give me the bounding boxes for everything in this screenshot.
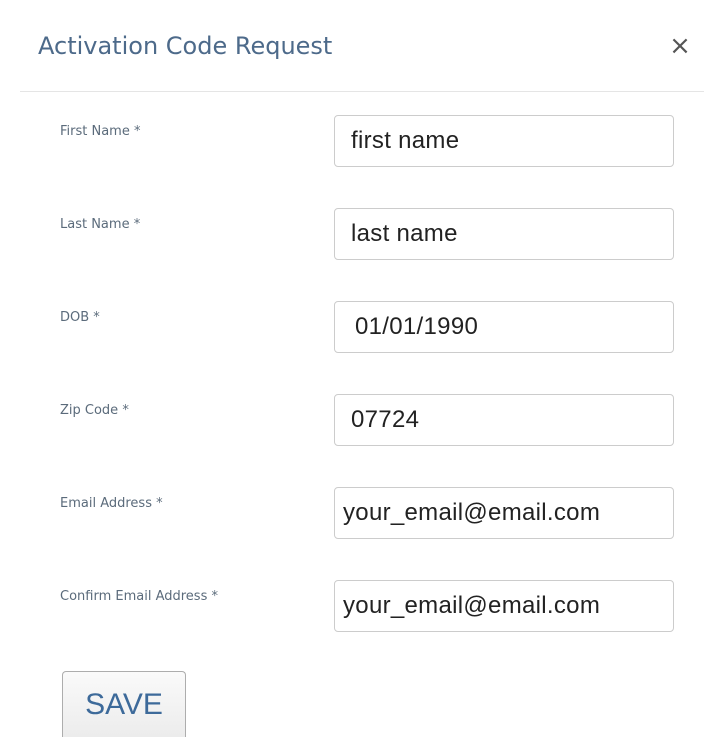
dob-label: DOB *: [60, 310, 100, 325]
close-button[interactable]: ×: [664, 30, 696, 62]
close-icon: ×: [669, 31, 691, 61]
confirm-email-label: Confirm Email Address *: [60, 589, 218, 604]
modal-title: Activation Code Request: [38, 32, 333, 60]
first-name-row: First Name *: [0, 115, 704, 175]
zip-code-input[interactable]: [334, 394, 674, 446]
last-name-row: Last Name *: [0, 208, 704, 268]
last-name-label: Last Name *: [60, 217, 141, 232]
header-divider: [20, 91, 704, 92]
zip-code-label: Zip Code *: [60, 403, 129, 418]
modal-header: Activation Code Request ×: [0, 0, 704, 92]
save-button[interactable]: SAVE: [62, 671, 186, 737]
zip-code-row: Zip Code *: [0, 394, 704, 454]
dob-input[interactable]: [334, 301, 674, 353]
first-name-input[interactable]: [334, 115, 674, 167]
email-row: Email Address *: [0, 487, 704, 547]
first-name-label: First Name *: [60, 124, 141, 139]
dob-row: DOB *: [0, 301, 704, 361]
email-input[interactable]: [334, 487, 674, 539]
last-name-input[interactable]: [334, 208, 674, 260]
confirm-email-row: Confirm Email Address *: [0, 580, 704, 640]
email-label: Email Address *: [60, 496, 163, 511]
confirm-email-input[interactable]: [334, 580, 674, 632]
